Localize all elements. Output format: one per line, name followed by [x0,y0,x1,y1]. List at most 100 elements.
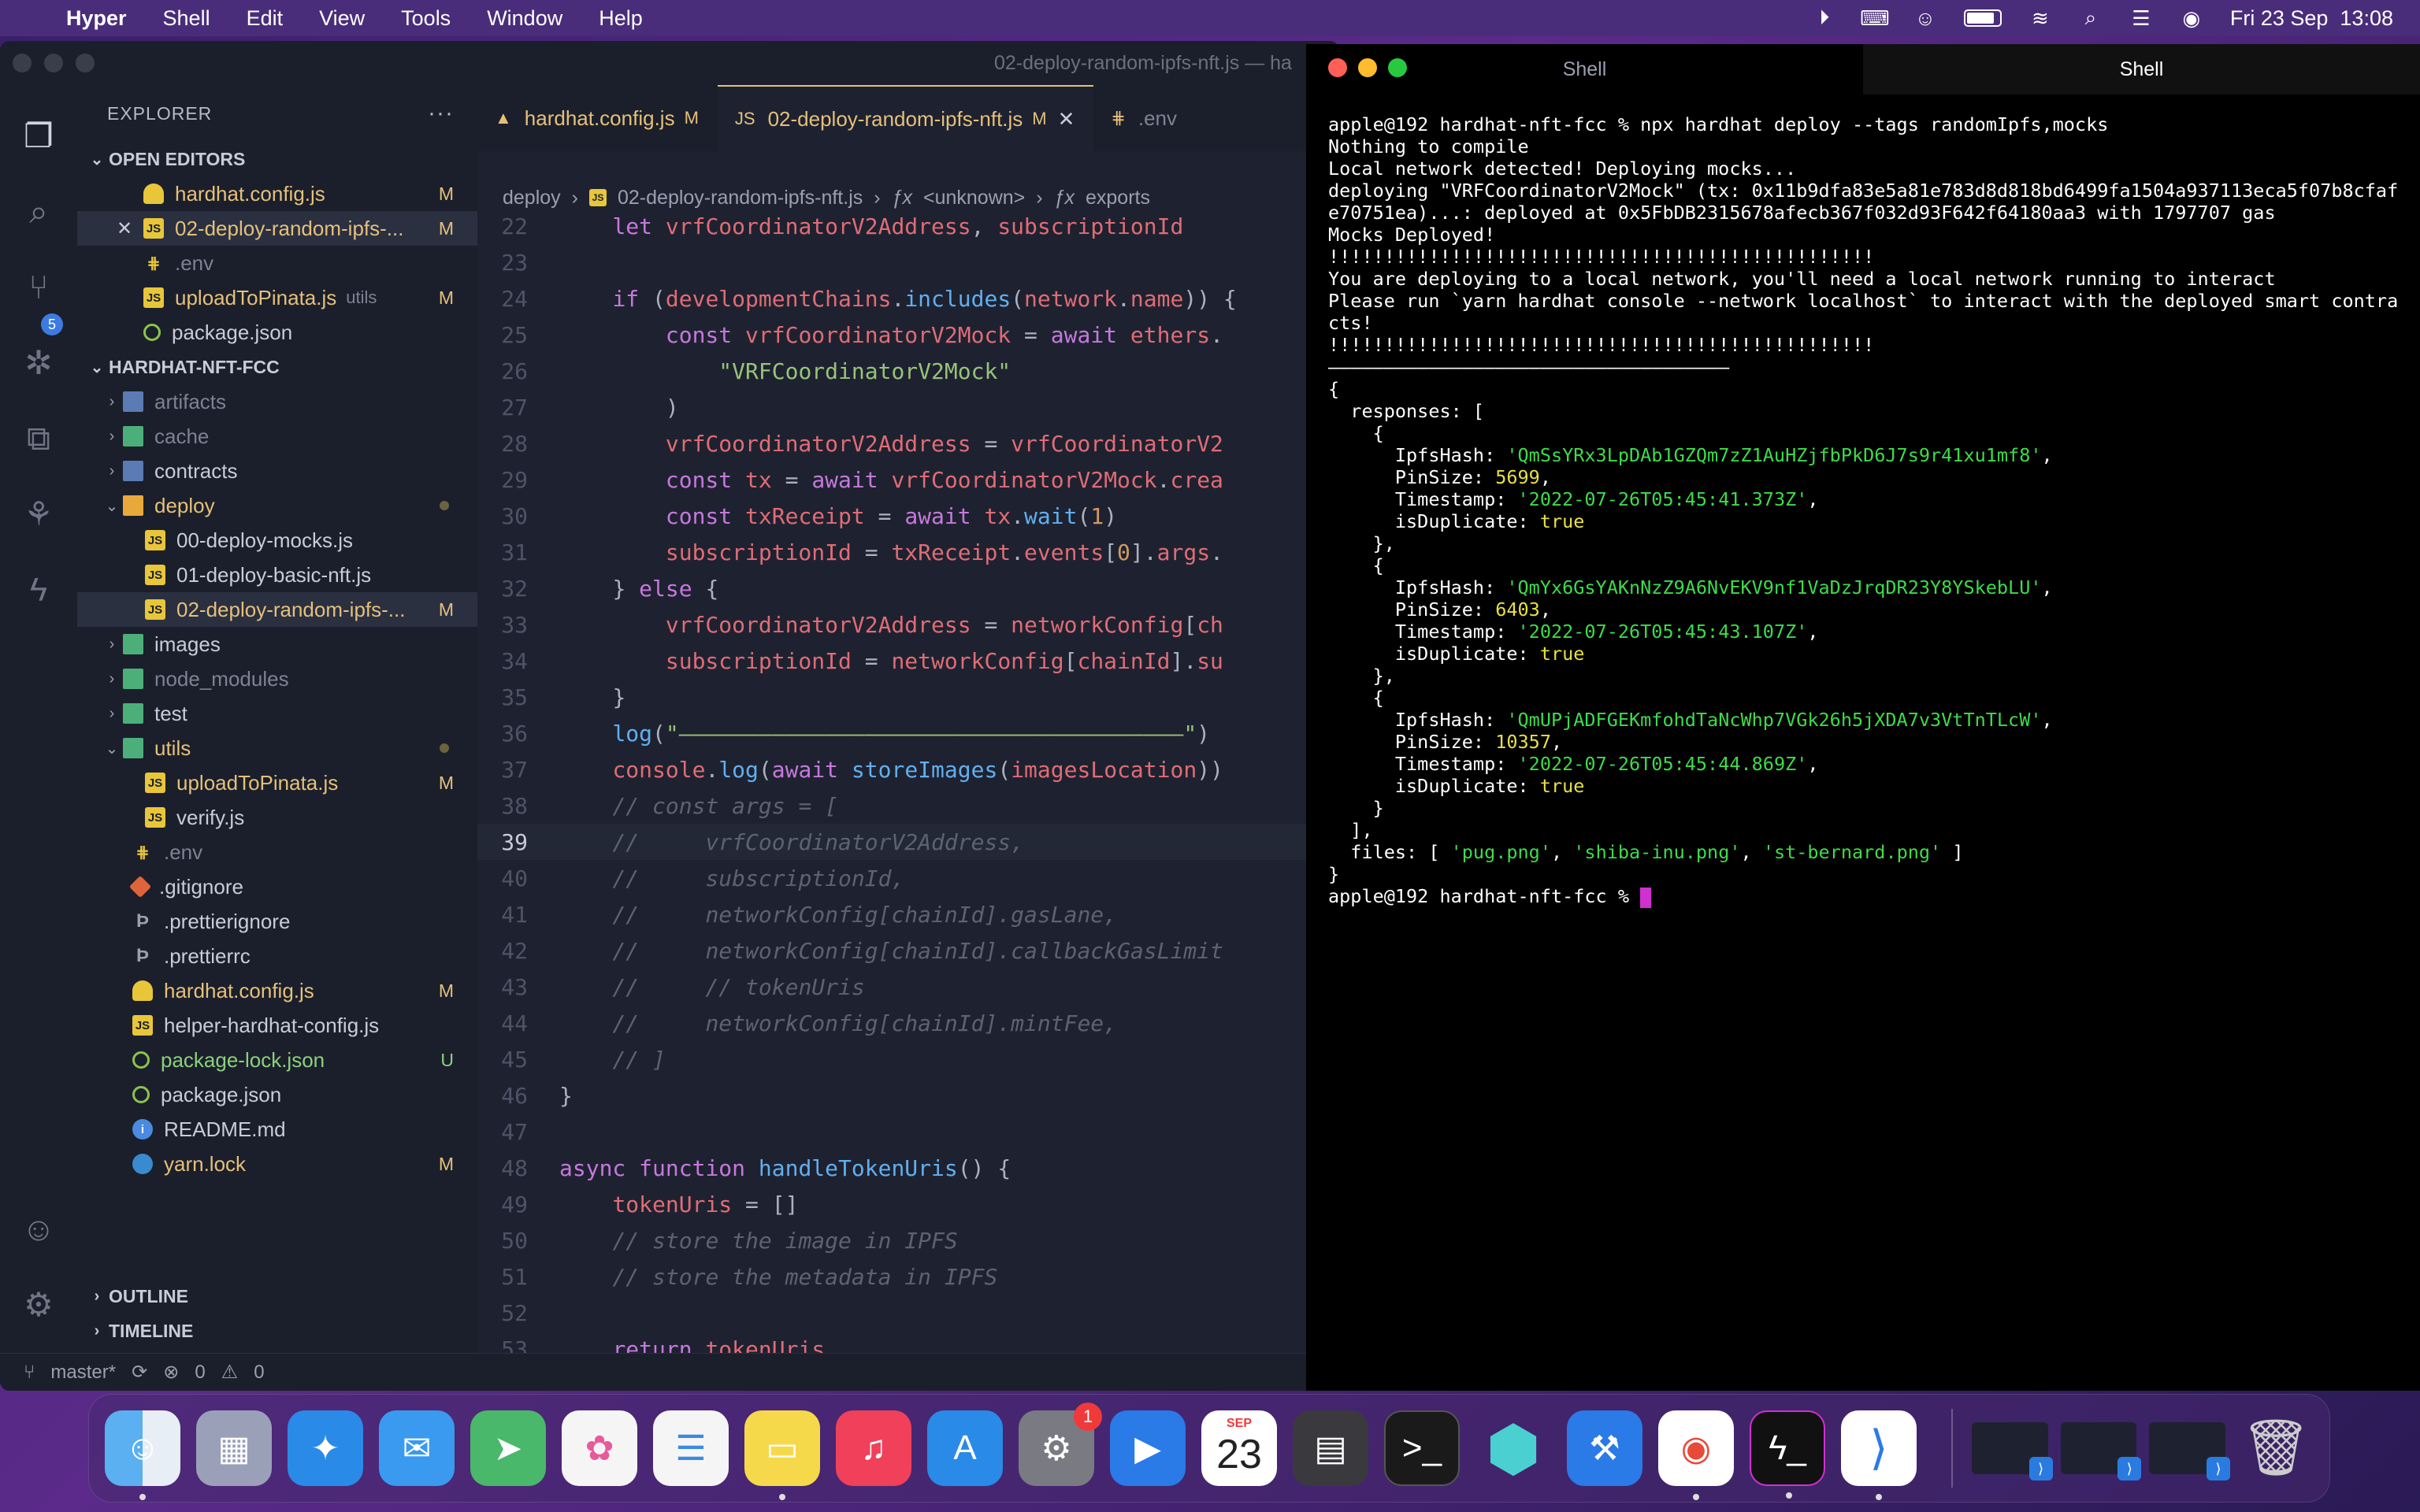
code-line[interactable]: 35 } [477,679,1339,715]
error-count[interactable]: 0 [195,1362,205,1384]
code-line[interactable]: 44 // networkConfig[chainId].mintFee, [477,1005,1339,1041]
chrome-icon[interactable]: ◉ [1658,1410,1734,1500]
user-icon[interactable]: ☺ [1913,6,1937,30]
minimize-window-button[interactable] [44,54,63,72]
tree-folder[interactable]: › artifacts [77,384,477,419]
open-editors-section[interactable]: ⌄ OPEN EDITORS [77,142,477,176]
sync-icon[interactable]: ⟳ [132,1361,147,1384]
menu-help[interactable]: Help [599,6,643,31]
more-actions-icon[interactable]: ··· [428,100,454,127]
extensions-icon[interactable]: ⧉ [17,417,60,460]
keyboard-icon[interactable]: ⌨ [1860,6,1890,30]
tree-folder[interactable]: ⌄ utils [77,731,477,765]
code-line[interactable]: 50 // store the image in IPFS [477,1222,1339,1258]
tree-file[interactable]: JS helper-hardhat-config.js [77,1008,477,1043]
menu-app-name[interactable]: Hyper [66,6,127,31]
notes-icon[interactable]: ▭ [744,1410,820,1500]
terminal-output[interactable]: apple@192 hardhat-nft-fcc % npx hardhat … [1306,94,2420,908]
breadcrumb-item[interactable]: deploy [503,187,561,209]
finder-icon[interactable]: ☺ [105,1410,180,1500]
run-debug-icon[interactable]: ✲ [17,342,60,384]
terminal-icon[interactable]: >_ [1384,1410,1460,1486]
code-line[interactable]: 46} [477,1077,1339,1114]
maximize-window-button[interactable] [76,54,95,72]
battery-icon[interactable] [1963,9,2002,27]
minimized-window-thumbnail[interactable]: ⟩ [1971,1422,2053,1480]
tree-folder[interactable]: › node_modules [77,662,477,696]
cube-icon[interactable]: ⬢ [1475,1410,1551,1486]
tree-folder[interactable]: › test [77,696,477,731]
tree-file[interactable]: package-lock.json U [77,1043,477,1077]
tree-file[interactable]: ⋕ .env [77,835,477,869]
remote-explorer-icon[interactable]: ⚘ [17,493,60,536]
photos-icon[interactable]: ✿ [562,1410,637,1486]
open-editor-item[interactable]: hardhat.config.js M [77,176,477,211]
spotlight-search-icon[interactable]: ⌕ [2079,6,2103,29]
tree-file[interactable]: JS 00-deploy-mocks.js [77,523,477,558]
tree-file[interactable]: Þ .prettierignore [77,904,477,939]
music-icon[interactable]: ♫ [836,1410,911,1486]
code-line[interactable]: 41 // networkConfig[chainId].gasLane, [477,896,1339,932]
code-line[interactable]: 29 const tx = await vrfCoordinatorV2Mock… [477,461,1339,498]
search-icon[interactable]: ⌕ [17,191,60,233]
code-line[interactable]: 33 vrfCoordinatorV2Address = networkConf… [477,606,1339,643]
open-editor-item[interactable]: package.json [77,315,477,350]
close-tab-icon[interactable]: ✕ [1058,107,1075,132]
code-line[interactable]: 37 console.log(await storeImages(imagesL… [477,751,1339,788]
maps-icon[interactable]: ➤ [470,1410,546,1486]
terminal-tab-2[interactable]: Shell [1863,44,2420,94]
hyper-icon[interactable]: ϟ_ [1750,1410,1825,1499]
tab-hardhat-config[interactable]: ▲ hardhat.config.js M [477,85,718,151]
explorer-files-icon[interactable]: ❐ [17,115,60,158]
close-window-button[interactable] [13,54,32,72]
warning-icon[interactable]: ⚠ [221,1361,239,1384]
menu-datetime[interactable]: Fri 23 Sep 13:08 [2230,6,2393,31]
open-editor-item[interactable]: JS uploadToPinata.js utils M [77,280,477,315]
thunder-icon[interactable]: ϟ [17,569,60,611]
breadcrumb-item[interactable]: <unknown> [923,187,1025,209]
breadcrumb-item[interactable]: exports [1086,187,1150,209]
code-line[interactable]: 48 async function handleTokenUris() { [477,1150,1339,1186]
maximize-window-button[interactable] [1388,58,1407,77]
play-icon[interactable]: ⏵ [1813,6,1836,29]
settings-gear-icon[interactable]: ⚙ [17,1284,60,1326]
minimized-window-thumbnail[interactable]: ⟩ [2060,1422,2142,1480]
tree-file[interactable]: JS verify.js [77,800,477,835]
git-branch-icon[interactable]: ⑂ [24,1362,35,1384]
vscode-icon[interactable]: ⟩ [1841,1410,1917,1500]
code-line[interactable]: 26 "VRFCoordinatorV2Mock" [477,353,1339,389]
code-line[interactable]: 38 // const args = [ [477,788,1339,824]
tree-file[interactable]: package.json [77,1077,477,1112]
reminders-icon[interactable]: ☰ [653,1410,729,1486]
xcode-icon[interactable]: ⚒ [1567,1410,1642,1486]
menu-view[interactable]: View [319,6,365,31]
code-line[interactable]: 39 // vrfCoordinatorV2Address, [477,824,1339,860]
close-window-button[interactable] [1328,58,1347,77]
close-editor-icon[interactable]: ✕ [117,217,132,240]
tree-file[interactable]: i README.md [77,1112,477,1147]
system-preferences-icon[interactable]: ⚙ 1 [1019,1403,1102,1486]
tree-folder[interactable]: › contracts [77,454,477,488]
code-editor[interactable]: 22 let vrfCoordinatorV2Address, subscrip… [477,208,1339,1353]
code-line[interactable]: 49 tokenUris = [] [477,1186,1339,1222]
code-line[interactable]: 28 vrfCoordinatorV2Address = vrfCoordina… [477,425,1339,461]
timeline-section[interactable]: › TIMELINE [77,1314,477,1348]
tree-file[interactable]: Þ .prettierrc [77,939,477,973]
siri-icon[interactable]: ◉ [2180,6,2203,30]
minimize-window-button[interactable] [1358,58,1377,77]
code-line[interactable]: 52 [477,1295,1339,1331]
launchpad-icon[interactable]: ▦ [196,1410,272,1486]
tree-file[interactable]: yarn.lock M [77,1147,477,1181]
mail-icon[interactable]: ✉ [379,1410,455,1486]
code-line[interactable]: 45 // ] [477,1041,1339,1077]
source-control-icon[interactable]: ⑂ [17,266,60,309]
tree-folder[interactable]: › cache [77,419,477,454]
error-icon[interactable]: ⊗ [163,1361,179,1384]
code-line[interactable]: 27 ) [477,389,1339,425]
menu-window[interactable]: Window [487,6,562,31]
calendar-icon[interactable]: SEP 23 [1201,1410,1277,1486]
app-store-icon[interactable]: A [927,1410,1003,1486]
code-line[interactable]: 42 // networkConfig[chainId].callbackGas… [477,932,1339,969]
code-line[interactable]: 40 // subscriptionId, [477,860,1339,896]
tree-file[interactable]: hardhat.config.js M [77,973,477,1008]
